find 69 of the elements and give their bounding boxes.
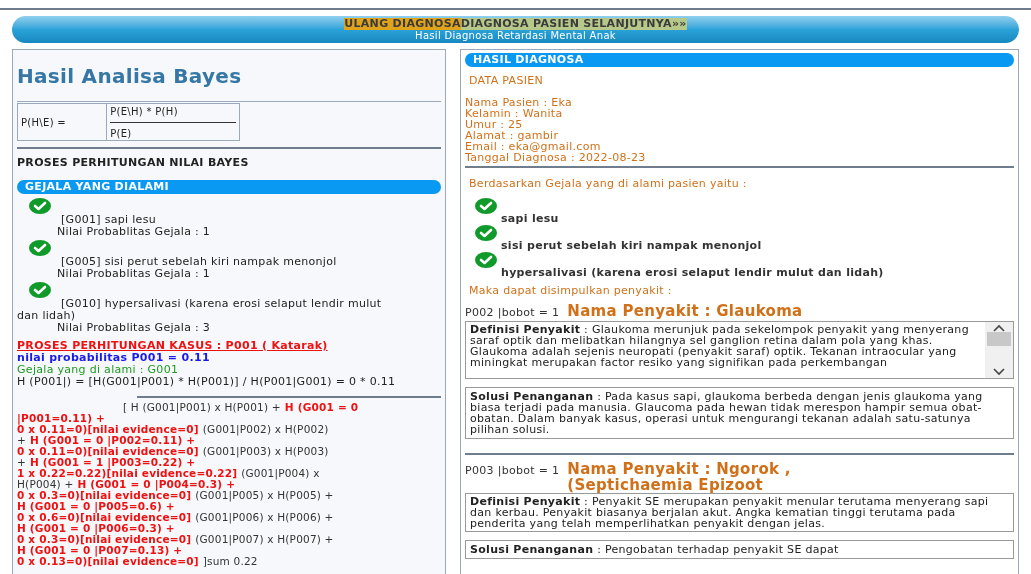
nav-link[interactable]: ULANG DIAGNOSA — [344, 17, 461, 30]
patient-title: DATA PASIEN — [469, 73, 544, 89]
symptom-text: sapi lesu — [501, 213, 559, 224]
formula-term: 0 x 0.11=0)[nilai evidence=0] — [17, 423, 199, 435]
formula-term: 1 x 0.22=0.22)[nilai evidence=0.22] — [17, 467, 238, 479]
definition-text: Definisi Penyakit : Penyakit SE merupakan penyakit menular terutama menyerang sapi dan kerbau. Penyakit biasanya berjalan akut. Angka kematian tinggi terutama pada penderita yang telah memperlihatkan penyakit dengan jelas. — [469, 493, 990, 531]
solution-text: Solusi Penanganan : Pada kasus sapi, glaukoma berbeda dengan jenis glaukoma yang biasa terjadi pada manusia. Glaucoma pada hewan tidak merespon hampir semua obat-obatan. Dalam banyak kasus, operasi untuk mengurangi tekanan adalah satu-satunya pilihan solusi. — [469, 388, 984, 438]
formula-term: (G001|P007) x H(P007) + — [195, 533, 334, 545]
scrollbar[interactable] — [985, 321, 1013, 378]
symptom-text: [G010] hypersalivasi (karena erosi selaput lendir mulut dan lidah) — [17, 297, 383, 322]
chevron-up-icon[interactable] — [993, 323, 1005, 332]
symptom-text: [G005] sisi perut sebelah kiri nampak menonjol — [60, 255, 338, 268]
symptom-code-text: Gejala yang di alami : G001 — [17, 363, 180, 376]
formula-term: 0 x 0.3=0)[nilai evidence=0] — [17, 533, 192, 545]
intro-text: Berdasarkan Gejala yang di alami pasien yaitu : — [469, 175, 748, 192]
formula-term: (G001|P005) x H(P005) + — [195, 489, 334, 501]
formula-term: H (G001 = 0 |P004=0.3) + — [77, 478, 236, 490]
solution-text: Solusi Penanganan : Pengobatan terhadap penyakit SE dapat — [469, 541, 840, 558]
conclusion-text: Maka dapat disimpulkan penyakit : — [469, 283, 673, 299]
chevron-down-icon[interactable] — [993, 367, 1005, 376]
formula-term: H (G001 = 0 |P007=0.13) + — [17, 544, 183, 556]
case-title: PROSES PERHITUNGAN KASUS : P001 ( Katarak) — [17, 339, 329, 352]
formula-term: 0 x 0.11=0)[nilai evidence=0] — [17, 445, 199, 457]
patient-info: Nama Pasien : Eka — [465, 96, 573, 108]
section-title: PROSES PERHITUNGAN NILAI BAYES — [17, 156, 249, 169]
formula-term: H (G001 = 0 |P006=0.3) + — [17, 522, 175, 534]
patient-info: Email : eka@gmail.com — [465, 140, 602, 152]
patient-info: Alamat : gambir — [465, 129, 559, 141]
symptom-text: sisi perut sebelah kiri nampak menonjol — [501, 240, 762, 251]
page-subtitle: Hasil Diagnosa Retardasi Mental Anak — [415, 29, 616, 42]
formula-term: H (G001 = 1 |P003=0.22) + — [30, 456, 196, 468]
patient-info: Tanggal Diagnosa : 2022-08-23 — [465, 151, 647, 163]
symptom-probability: Nilai Probablitas Gejala : 1 — [56, 267, 212, 280]
probability-text: nilai probabilitas P001 = 0.11 — [17, 351, 211, 364]
formula-term: H (G001 = 0 |P002=0.11) + — [30, 434, 196, 446]
formula-term: 0 x 0.3=0)[nilai evidence=0] — [17, 489, 192, 501]
disease-code: P003 |bobot = 1 — [465, 462, 560, 479]
formula-term: H (G001 = 0 — [284, 401, 359, 413]
formula-term: H (G001 = 0 |P005=0.6) + — [17, 500, 175, 512]
section-bar: GEJALA YANG DIALAMI — [17, 179, 441, 194]
formula-term: H(P004) + — [17, 478, 74, 490]
disease-name: Nama Penyakit : Ngorok , (Septichaemia Epizoot — [567, 460, 792, 493]
formula-term: + — [17, 456, 26, 468]
patient-info: Kelamin : Wanita — [465, 107, 564, 119]
disease-code: P002 |bobot = 1 — [465, 304, 560, 321]
symptom-probability: Nilai Probablitas Gejala : 3 — [57, 321, 212, 334]
symptom-text: [G001] sapi lesu — [60, 213, 157, 226]
formula-term: |P001=0.11) + — [17, 412, 105, 424]
formula-term: [ H (G001|P001) x H(P001) + — [123, 401, 281, 413]
panel-title: Hasil Analisa Bayes — [17, 62, 242, 90]
formula-label: P(H\E) = — [18, 104, 108, 140]
section-bar: HASIL DIAGNOSA — [465, 53, 1014, 67]
symptom-probability: Nilai Probablitas Gejala : 1 — [56, 225, 212, 238]
definition-text: Definisi Penyakit : Glaukoma merunjuk pada sekelompok penyakit yang menyerang saraf optik dan melibatkan hilangnya sel ganglion retina dalam pola yang khas. Glaukoma adalah sejenis neuropati (penyakit saraf) optik. Tekanan intraocular yang miningkat merupakan factor resiko yang signifikan pada perkembangan — [469, 321, 970, 371]
formula-numerator: P(E\H) * P(H) — [110, 104, 236, 123]
formula-term: (G001|P006) x H(P006) + — [195, 511, 334, 523]
formula-term: (G001|P003) x H(P003) — [202, 445, 329, 457]
formula-term: 0 x 0.6=0)[nilai evidence=0] — [17, 511, 192, 523]
disease-name: Nama Penyakit : Glaukoma — [567, 302, 803, 319]
equation-text: H (P001|) = [H(G001|P001) * H(P001)] / H(P001|G001) = 0 * 0.11 — [17, 375, 397, 388]
formula-term: (G001|P002) x H(P002) — [202, 423, 329, 435]
patient-info: Umur : 25 — [465, 118, 524, 130]
symptom-text: hypersalivasi (karena erosi selaput lendir mulut dan lidah) — [501, 267, 884, 278]
formula-term: ]sum 0.22 — [202, 555, 258, 567]
formula-denominator: P(E) — [110, 127, 133, 141]
formula-term: 0 x 0.13=0)[nilai evidence=0] — [17, 555, 199, 567]
formula-term: + — [17, 434, 26, 446]
formula-term: (G001|P004) x — [241, 467, 320, 479]
scroll-thumb[interactable] — [987, 331, 1011, 346]
